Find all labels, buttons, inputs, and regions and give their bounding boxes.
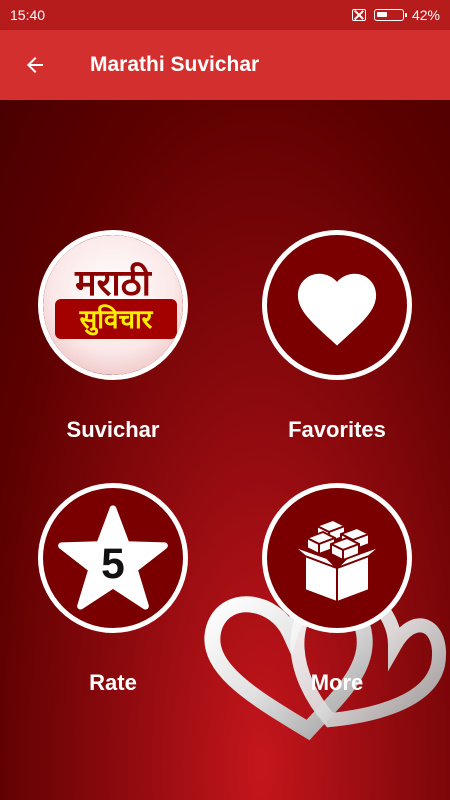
rate-button[interactable]: 5 bbox=[38, 483, 188, 633]
tile-label-rate: Rate bbox=[89, 670, 137, 695]
star-number: 5 bbox=[101, 540, 125, 588]
tile-rate[interactable]: 5 Rate bbox=[13, 483, 213, 743]
tile-label-favorites: Favorites bbox=[288, 417, 386, 442]
battery-icon bbox=[373, 9, 407, 21]
heart-icon bbox=[297, 273, 377, 346]
tile-favorites[interactable]: Favorites bbox=[237, 230, 437, 490]
logo-text-suvichar: सुविचार bbox=[55, 299, 177, 339]
back-arrow-icon[interactable] bbox=[0, 30, 70, 100]
tile-label-more: More bbox=[310, 670, 364, 695]
favorites-button[interactable] bbox=[262, 230, 412, 380]
page-title: Marathi Suvichar bbox=[90, 53, 260, 76]
suvichar-button[interactable]: मराठी सुविचार bbox=[38, 230, 188, 380]
tile-label-suvichar: Suvichar bbox=[66, 417, 160, 442]
tile-suvichar[interactable]: मराठी सुविचार Suvichar bbox=[13, 230, 213, 490]
star-icon: 5 bbox=[58, 505, 168, 610]
app-toolbar: Marathi Suvichar bbox=[0, 30, 450, 100]
main-content: मराठी सुविचार Suvichar Favorites 5 Rate bbox=[0, 100, 450, 800]
no-sim-icon bbox=[351, 9, 366, 21]
marathi-suvichar-logo: मराठी सुविचार bbox=[43, 235, 183, 375]
status-time: 15:40 bbox=[10, 7, 46, 23]
status-bar: 15:40 42% bbox=[0, 0, 450, 30]
boxes-icon bbox=[292, 519, 382, 603]
battery-percent: 42% bbox=[411, 7, 440, 23]
tile-more[interactable]: More bbox=[237, 483, 437, 743]
more-button[interactable] bbox=[262, 483, 412, 633]
status-icons: 42% bbox=[351, 7, 440, 23]
